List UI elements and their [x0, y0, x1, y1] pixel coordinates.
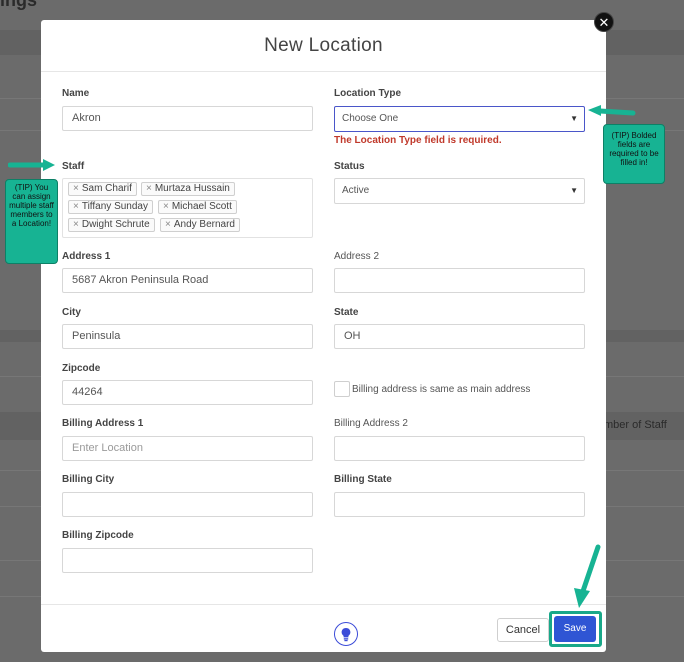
location-type-error: The Location Type field is required.	[334, 135, 502, 146]
address2-label: Address 2	[334, 251, 380, 262]
location-type-select[interactable]: Choose One ▼	[334, 106, 585, 132]
lightbulb-icon[interactable]	[334, 622, 358, 646]
staff-tag-label: Murtaza Hussain	[154, 183, 230, 194]
billing-address1-label: Billing Address 1	[62, 418, 144, 429]
remove-tag-icon[interactable]: ×	[73, 219, 79, 230]
staff-tag[interactable]: × Murtaza Hussain	[141, 182, 235, 196]
staff-tag-label: Dwight Schrute	[81, 219, 150, 230]
location-type-label: Location Type	[334, 88, 402, 99]
status-value: Active	[342, 185, 370, 196]
background-column-header: mber of Staff	[604, 419, 667, 431]
billing-same-checkbox[interactable]	[334, 381, 350, 397]
staff-label: Staff	[62, 161, 85, 172]
tip-arrow-staff	[8, 159, 55, 171]
billing-address2-input[interactable]	[334, 436, 585, 461]
staff-tag-label: Tiffany Sunday	[81, 201, 148, 212]
billing-address1-input[interactable]: Enter Location	[62, 436, 313, 461]
remove-tag-icon[interactable]: ×	[146, 183, 152, 194]
staff-tag[interactable]: × Sam Charif	[68, 182, 137, 196]
staff-tag[interactable]: × Tiffany Sunday	[68, 200, 153, 214]
address1-label: Address 1	[62, 251, 111, 262]
remove-tag-icon[interactable]: ×	[165, 219, 171, 230]
billing-city-input[interactable]	[62, 492, 313, 517]
zipcode-input[interactable]: 44264	[62, 380, 313, 405]
close-icon[interactable]: ✕	[594, 12, 614, 32]
staff-tag[interactable]: × Michael Scott	[158, 200, 237, 214]
chevron-down-icon: ▼	[570, 186, 578, 195]
billing-same-label: Billing address is same as main address	[352, 384, 531, 395]
lightbulb-glyph	[341, 628, 351, 642]
tip-staff: (TIP) You can assign multiple staff memb…	[5, 179, 58, 264]
remove-tag-icon[interactable]: ×	[73, 183, 79, 194]
address2-input[interactable]	[334, 268, 585, 293]
tip-arrow-bold-fields	[588, 105, 636, 116]
cancel-button[interactable]: Cancel	[497, 618, 549, 642]
name-input[interactable]: Akron	[62, 106, 313, 131]
tip-bold-fields: (TIP) Bolded fields are required to be f…	[603, 124, 665, 184]
billing-address2-label: Billing Address 2	[334, 418, 408, 429]
city-input[interactable]: Peninsula	[62, 324, 313, 349]
status-select[interactable]: Active ▼	[334, 178, 585, 204]
staff-tag-label: Michael Scott	[171, 201, 232, 212]
remove-tag-icon[interactable]: ×	[73, 201, 79, 212]
remove-tag-icon[interactable]: ×	[163, 201, 169, 212]
background-page-title: ings	[0, 0, 38, 10]
state-label: State	[334, 307, 359, 318]
billing-state-input[interactable]	[334, 492, 585, 517]
state-input[interactable]: OH	[334, 324, 585, 349]
billing-zipcode-label: Billing Zipcode	[62, 530, 134, 541]
status-label: Status	[334, 161, 365, 172]
staff-tag[interactable]: × Dwight Schrute	[68, 218, 155, 232]
billing-zipcode-input[interactable]	[62, 548, 313, 573]
save-button[interactable]: Save	[554, 616, 596, 642]
staff-tag[interactable]: × Andy Bernard	[160, 218, 240, 232]
zipcode-label: Zipcode	[62, 363, 101, 374]
modal-header: New Location	[41, 20, 606, 72]
address1-input[interactable]: 5687 Akron Peninsula Road	[62, 268, 313, 293]
staff-multiselect[interactable]: × Sam Charif × Murtaza Hussain × Tiffany Su…	[62, 178, 313, 238]
location-type-value: Choose One	[342, 113, 399, 124]
modal-title: New Location	[264, 35, 383, 56]
name-label: Name	[62, 88, 90, 99]
staff-tag-label: Andy Bernard	[173, 219, 235, 230]
staff-tag-label: Sam Charif	[81, 183, 132, 194]
billing-state-label: Billing State	[334, 474, 392, 485]
tip-arrow-save	[574, 544, 601, 608]
city-label: City	[62, 307, 81, 318]
chevron-down-icon: ▼	[570, 114, 578, 123]
billing-city-label: Billing City	[62, 474, 115, 485]
